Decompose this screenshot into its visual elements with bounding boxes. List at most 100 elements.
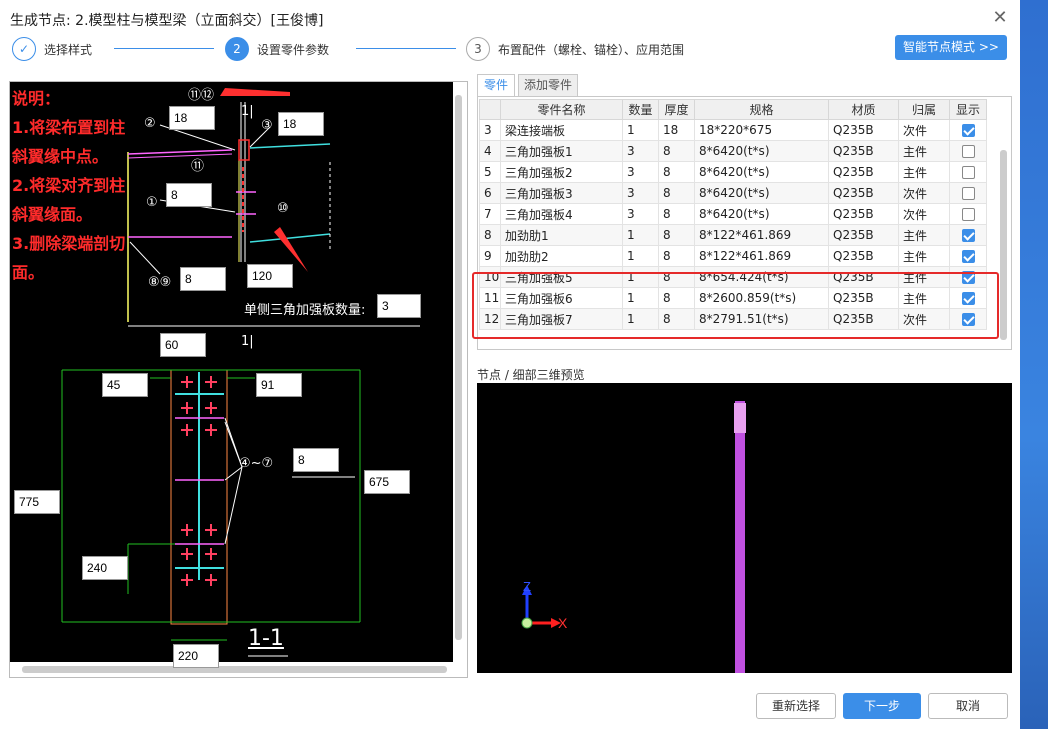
height-240-input[interactable] [82,556,128,580]
part-name-cell[interactable]: 三角加强板4 [500,203,623,225]
smart-node-mode-button[interactable]: 智能节点模式 >> [895,35,1007,60]
thickness-cell[interactable]: 8 [658,224,695,246]
col-header-thickness[interactable]: 厚度 [658,99,695,120]
tri-count-input[interactable] [377,294,421,318]
gusset-thickness-input[interactable] [180,267,226,291]
show-checkbox[interactable] [961,124,975,137]
part-name-cell[interactable]: 梁连接端板 [500,119,623,141]
owner-cell[interactable]: 主件 [898,224,950,246]
owner-cell[interactable]: 主件 [898,140,950,162]
table-row[interactable]: 4 三角加强板1 3 8 8*6420(t*s) Q235B 主件 [479,140,987,162]
col-header-name[interactable]: 零件名称 [500,99,623,120]
step-3-number: 3 [466,37,490,61]
marker-11: ⑪ [191,159,205,174]
show-cell [949,182,987,204]
material-cell[interactable]: Q235B [828,119,899,141]
tab-parts[interactable]: 零件 [477,74,515,96]
qty-cell[interactable]: 3 [622,182,659,204]
drawing-vertical-scrollbar[interactable] [455,95,462,640]
tri-count-label: 单侧三角加强板数量: [244,303,366,318]
col-header-show[interactable]: 显示 [949,99,987,120]
step-connector [356,48,456,49]
thickness-cell[interactable]: 8 [658,140,695,162]
drawing-horizontal-scrollbar[interactable] [22,666,447,673]
top-right-thickness-input[interactable] [278,112,324,136]
highlight-box [472,272,999,339]
spec-cell[interactable]: 8*122*461.869 [694,224,829,246]
reselect-button[interactable]: 重新选择 [756,693,836,719]
thickness-cell[interactable]: 8 [658,182,695,204]
material-cell[interactable]: Q235B [828,140,899,162]
instruction-notes: 说明： 1.将梁布置到柱 斜翼缘中点。 2.将梁对齐到柱 斜翼缘面。 3.删除梁… [12,84,125,287]
next-button[interactable]: 下一步 [843,693,921,719]
plate-thickness-input[interactable] [293,448,339,472]
table-row[interactable]: 5 三角加强板2 3 8 8*6420(t*s) Q235B 主件 [479,161,987,183]
height-775-input[interactable] [14,490,60,514]
table-vertical-scrollbar[interactable] [1000,150,1007,340]
dialog: 生成节点: 2.模型柱与模型梁（立面斜交）[王俊博] ✕ ✓ 选择样式 2 设置… [0,0,1020,729]
material-cell[interactable]: Q235B [828,182,899,204]
material-cell[interactable]: Q235B [828,203,899,225]
table-row[interactable]: 9 加劲肋2 1 8 8*122*461.869 Q235B 主件 [479,245,987,267]
qty-cell[interactable]: 3 [622,140,659,162]
show-checkbox[interactable] [961,187,975,200]
owner-cell[interactable]: 主件 [898,245,950,267]
thickness-cell[interactable]: 8 [658,161,695,183]
width-220-input[interactable] [173,644,219,668]
spec-cell[interactable]: 8*6420(t*s) [694,182,829,204]
top-left-thickness-input[interactable] [169,106,215,130]
3d-preview-canvas[interactable]: Z X [477,383,1012,673]
owner-cell[interactable]: 次件 [898,182,950,204]
material-cell[interactable]: Q235B [828,245,899,267]
owner-cell[interactable]: 次件 [898,119,950,141]
thickness-cell[interactable]: 18 [658,119,695,141]
qty-cell[interactable]: 1 [622,224,659,246]
thickness-cell[interactable]: 8 [658,203,695,225]
owner-cell[interactable]: 主件 [898,161,950,183]
show-checkbox[interactable] [961,208,975,221]
section-mark-bottom: 1| [241,334,254,349]
tab-add-part[interactable]: 添加零件 [518,74,578,96]
cancel-button[interactable]: 取消 [928,693,1008,719]
table-row[interactable]: 6 三角加强板3 3 8 8*6420(t*s) Q235B 次件 [479,182,987,204]
spec-cell[interactable]: 8*6420(t*s) [694,203,829,225]
width-91-input[interactable] [256,373,302,397]
row-index: 8 [479,224,501,246]
length-input[interactable] [247,264,293,288]
table-row[interactable]: 7 三角加强板4 3 8 8*6420(t*s) Q235B 次件 [479,203,987,225]
part-name-cell[interactable]: 加劲肋2 [500,245,623,267]
table-row[interactable]: 8 加劲肋1 1 8 8*122*461.869 Q235B 主件 [479,224,987,246]
show-checkbox[interactable] [961,166,975,179]
qty-cell[interactable]: 3 [622,161,659,183]
col-header-qty[interactable]: 数量 [622,99,659,120]
show-checkbox[interactable] [961,145,975,158]
qty-cell[interactable]: 1 [622,119,659,141]
part-name-cell[interactable]: 加劲肋1 [500,224,623,246]
table-row[interactable]: 3 梁连接端板 1 18 18*220*675 Q235B 次件 [479,119,987,141]
marker-8-9: ⑧⑨ [148,275,172,290]
qty-cell[interactable]: 1 [622,245,659,267]
owner-cell[interactable]: 次件 [898,203,950,225]
material-cell[interactable]: Q235B [828,161,899,183]
col-header-material[interactable]: 材质 [828,99,899,120]
spec-cell[interactable]: 18*220*675 [694,119,829,141]
col-header-spec[interactable]: 规格 [694,99,829,120]
spec-cell[interactable]: 8*122*461.869 [694,245,829,267]
col-header-owner[interactable]: 归属 [898,99,950,120]
part-name-cell[interactable]: 三角加强板3 [500,182,623,204]
height-675-input[interactable] [364,470,410,494]
material-cell[interactable]: Q235B [828,224,899,246]
show-checkbox[interactable] [961,250,975,263]
show-checkbox[interactable] [961,229,975,242]
part-name-cell[interactable]: 三角加强板1 [500,140,623,162]
note-line: 斜翼缘中点。 [12,147,109,166]
spec-cell[interactable]: 8*6420(t*s) [694,140,829,162]
part-name-cell[interactable]: 三角加强板2 [500,161,623,183]
stiffener-thickness-input[interactable] [166,183,212,207]
close-icon[interactable]: ✕ [990,8,1010,28]
width-60-input[interactable] [160,333,206,357]
qty-cell[interactable]: 3 [622,203,659,225]
spec-cell[interactable]: 8*6420(t*s) [694,161,829,183]
thickness-cell[interactable]: 8 [658,245,695,267]
width-45-input[interactable] [102,373,148,397]
